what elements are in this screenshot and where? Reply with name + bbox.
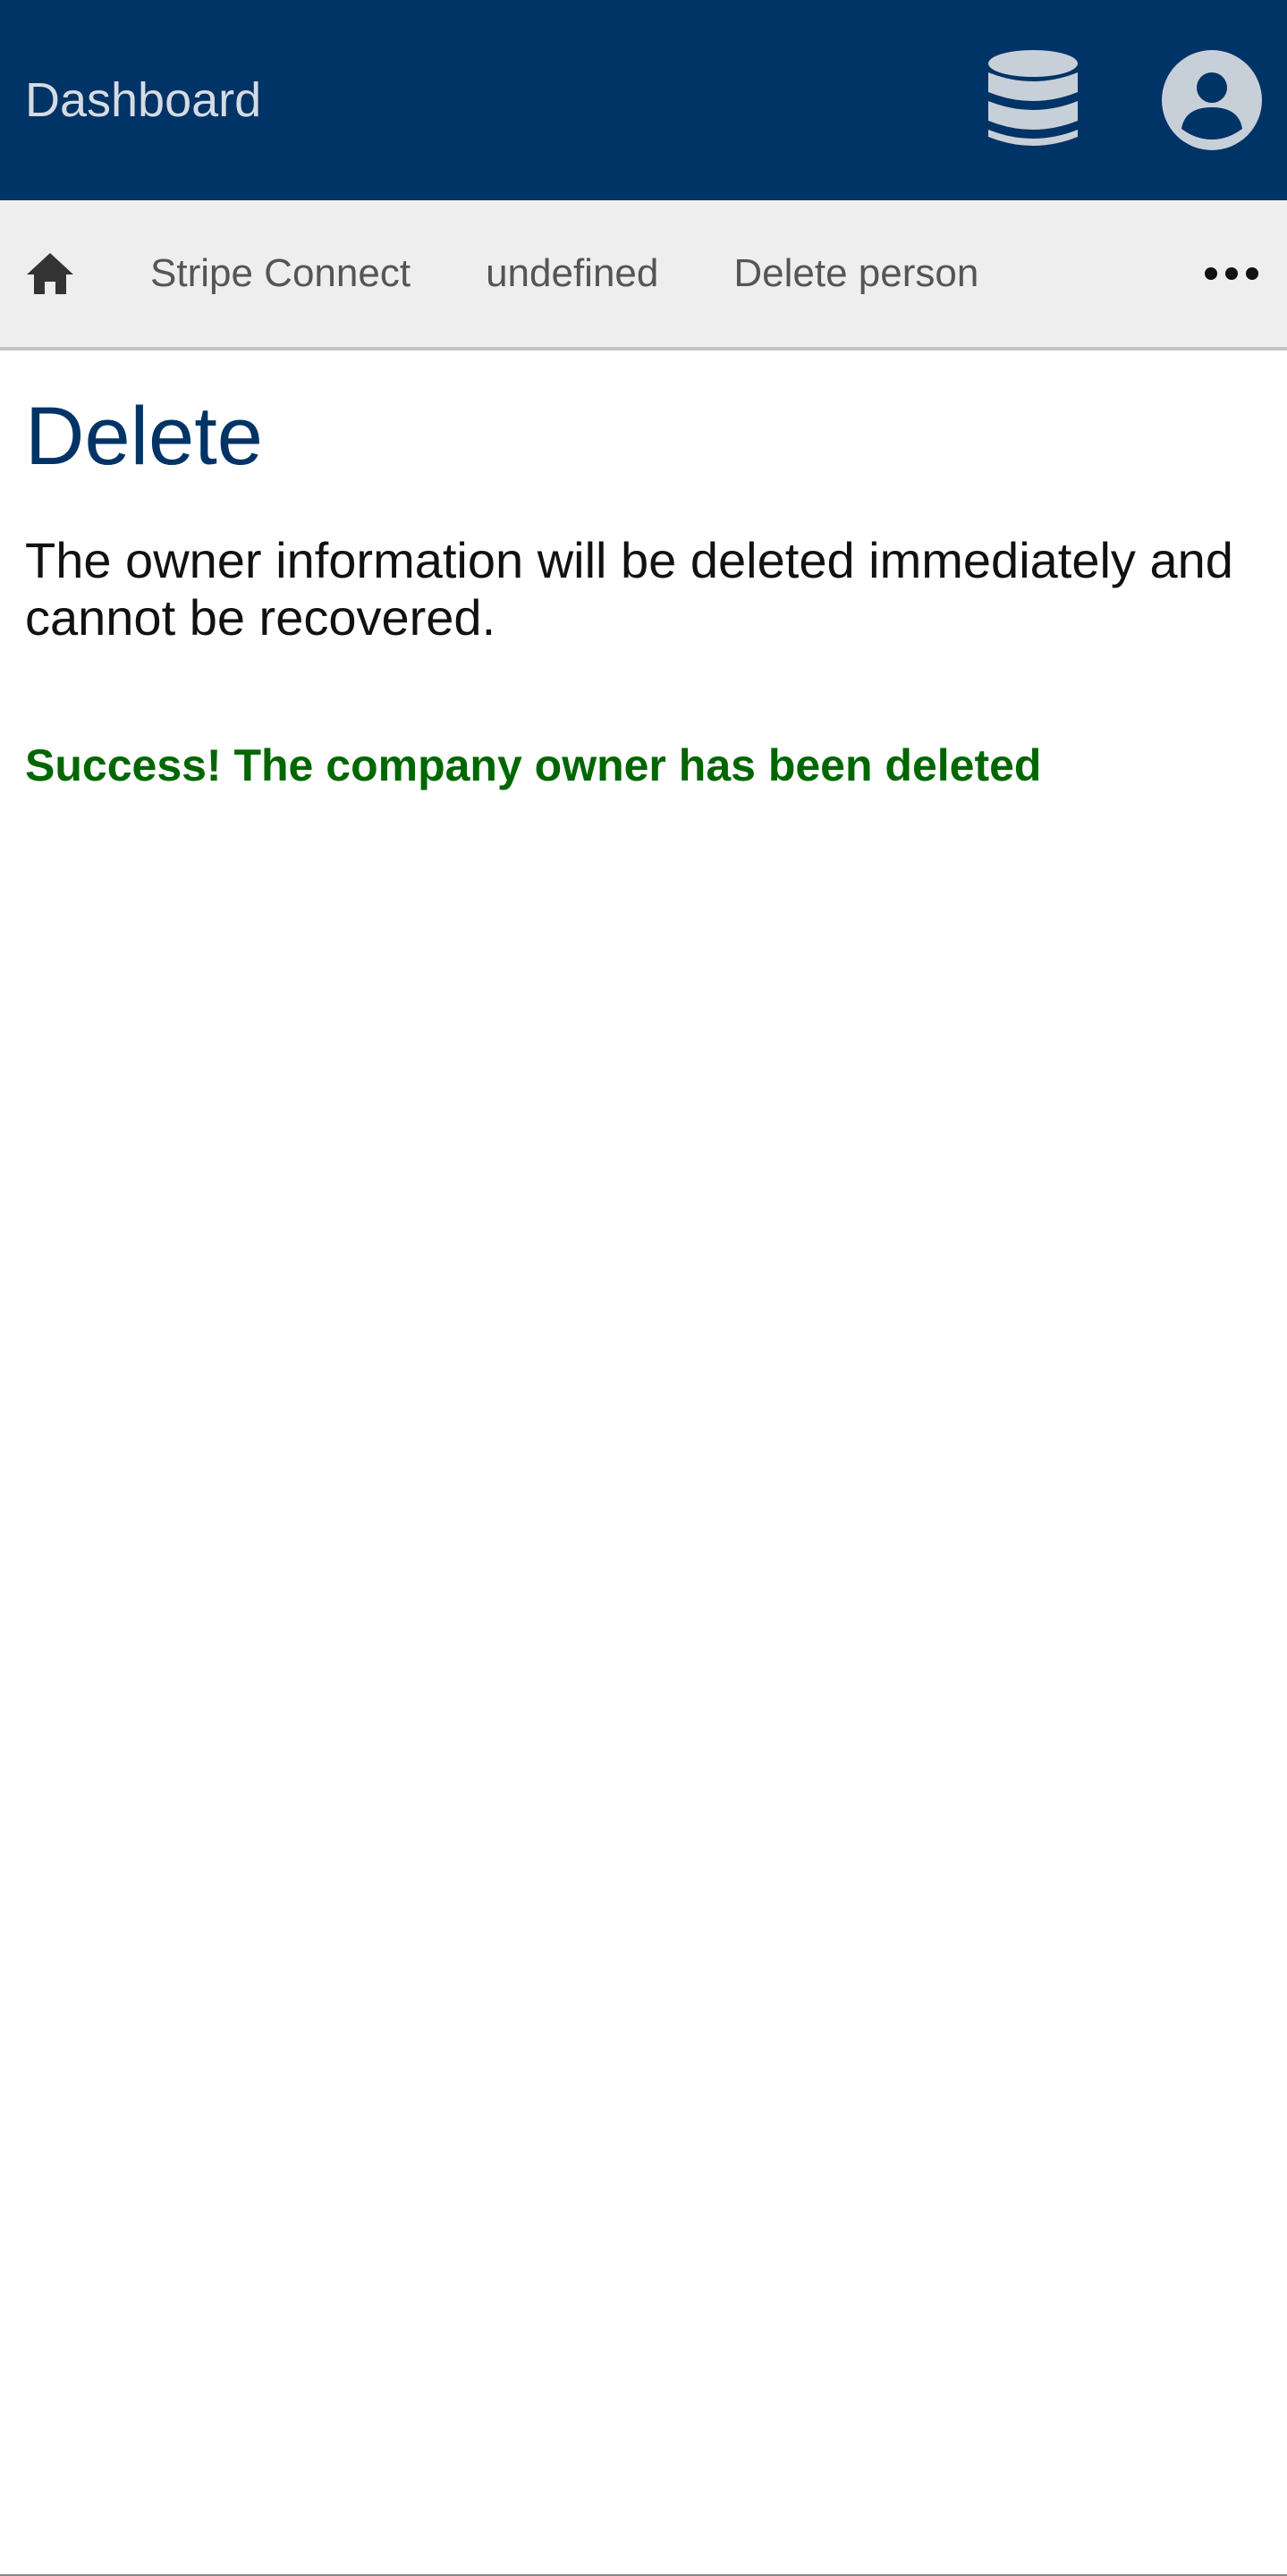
page: Dashboard Stripe Connect undefined Delet… — [0, 0, 1287, 2576]
delete-description: The owner information will be deleted im… — [25, 532, 1233, 646]
database-icon[interactable] — [986, 49, 1080, 151]
page-title: Delete — [25, 391, 263, 482]
breadcrumb-undefined[interactable]: undefined — [486, 251, 658, 296]
breadcrumb-delete-person[interactable]: Delete person — [733, 251, 978, 296]
breadcrumb-nav: Stripe Connect undefined Delete person — [0, 200, 1287, 351]
main-content: Delete The owner information will be del… — [0, 391, 1287, 791]
more-horizontal-icon[interactable] — [1205, 265, 1258, 283]
success-message: Success! The company owner has been dele… — [25, 740, 1042, 791]
dashboard-link[interactable]: Dashboard — [25, 72, 986, 128]
breadcrumb-stripe-connect[interactable]: Stripe Connect — [150, 251, 411, 296]
app-header: Dashboard — [0, 0, 1287, 200]
home-icon[interactable] — [25, 250, 75, 297]
user-circle-icon[interactable] — [1162, 50, 1262, 150]
